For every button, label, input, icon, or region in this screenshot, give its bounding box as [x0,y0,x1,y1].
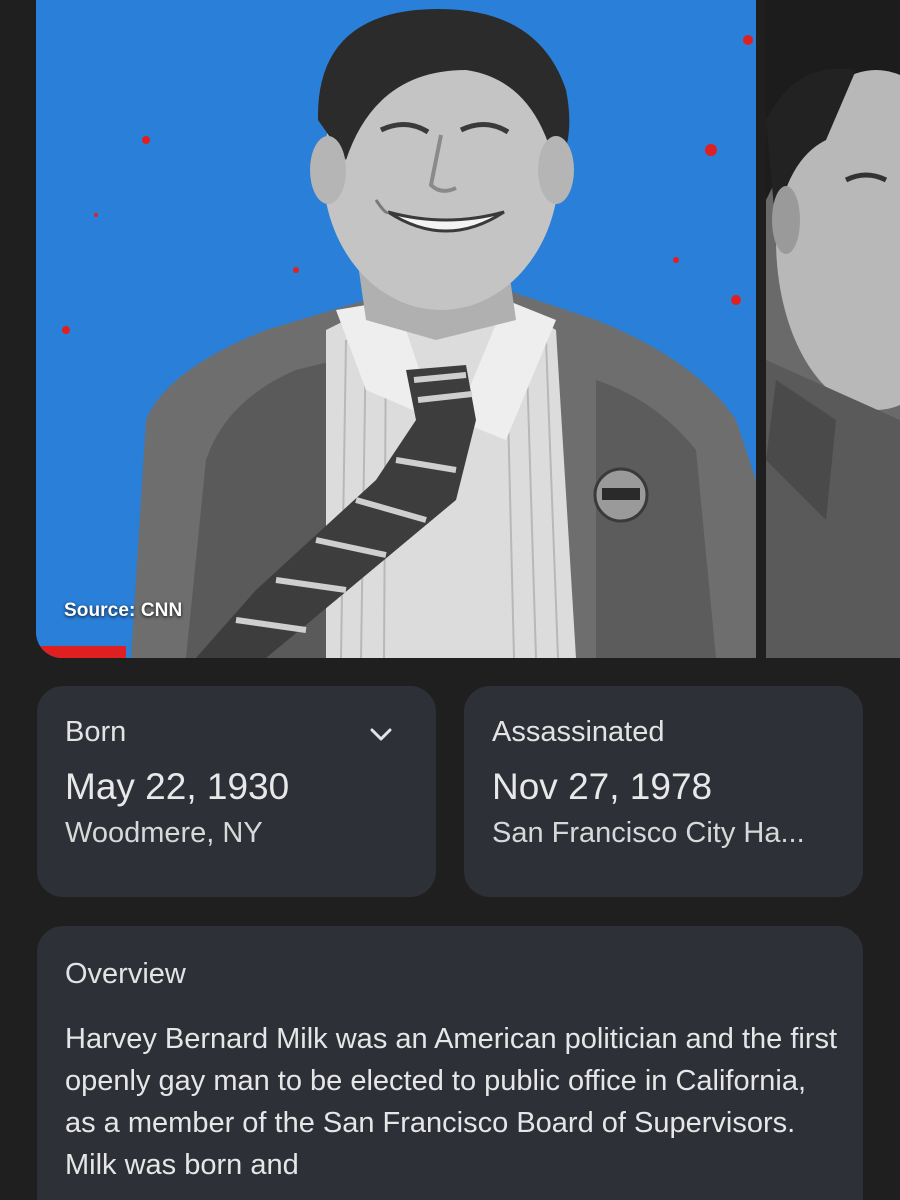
next-photo-thumbnail[interactable] [766,0,900,658]
born-label: Born [65,716,127,748]
image-source-label: Source: CNN [64,600,183,621]
assassinated-label: Assassinated [492,716,665,748]
assassinated-date: Nov 27, 1978 [492,766,713,807]
chevron-down-icon[interactable] [366,720,396,750]
image-carousel[interactable]: Source: CNN [0,0,900,658]
main-photo[interactable] [36,0,756,658]
assassinated-place[interactable]: San Francisco City Ha... [492,817,805,850]
overview-title: Overview [65,958,186,990]
born-card[interactable]: Born May 22, 1930 Woodmere, NY [37,686,436,897]
born-place[interactable]: Woodmere, NY [65,817,263,850]
assassinated-card[interactable]: Assassinated Nov 27, 1978 San Francisco … [464,686,863,897]
second-portrait-image [766,0,900,658]
overview-text: Harvey Bernard Milk was an American poli… [65,1023,838,1181]
overview-card[interactable]: Overview Harvey Bernard Milk was an Amer… [37,926,863,1200]
portrait-image [36,0,756,658]
born-date: May 22, 1930 [65,766,290,807]
knowledge-panel-screen: Source: CNN Born May 22, 1930 Woodmere, … [0,0,900,1200]
